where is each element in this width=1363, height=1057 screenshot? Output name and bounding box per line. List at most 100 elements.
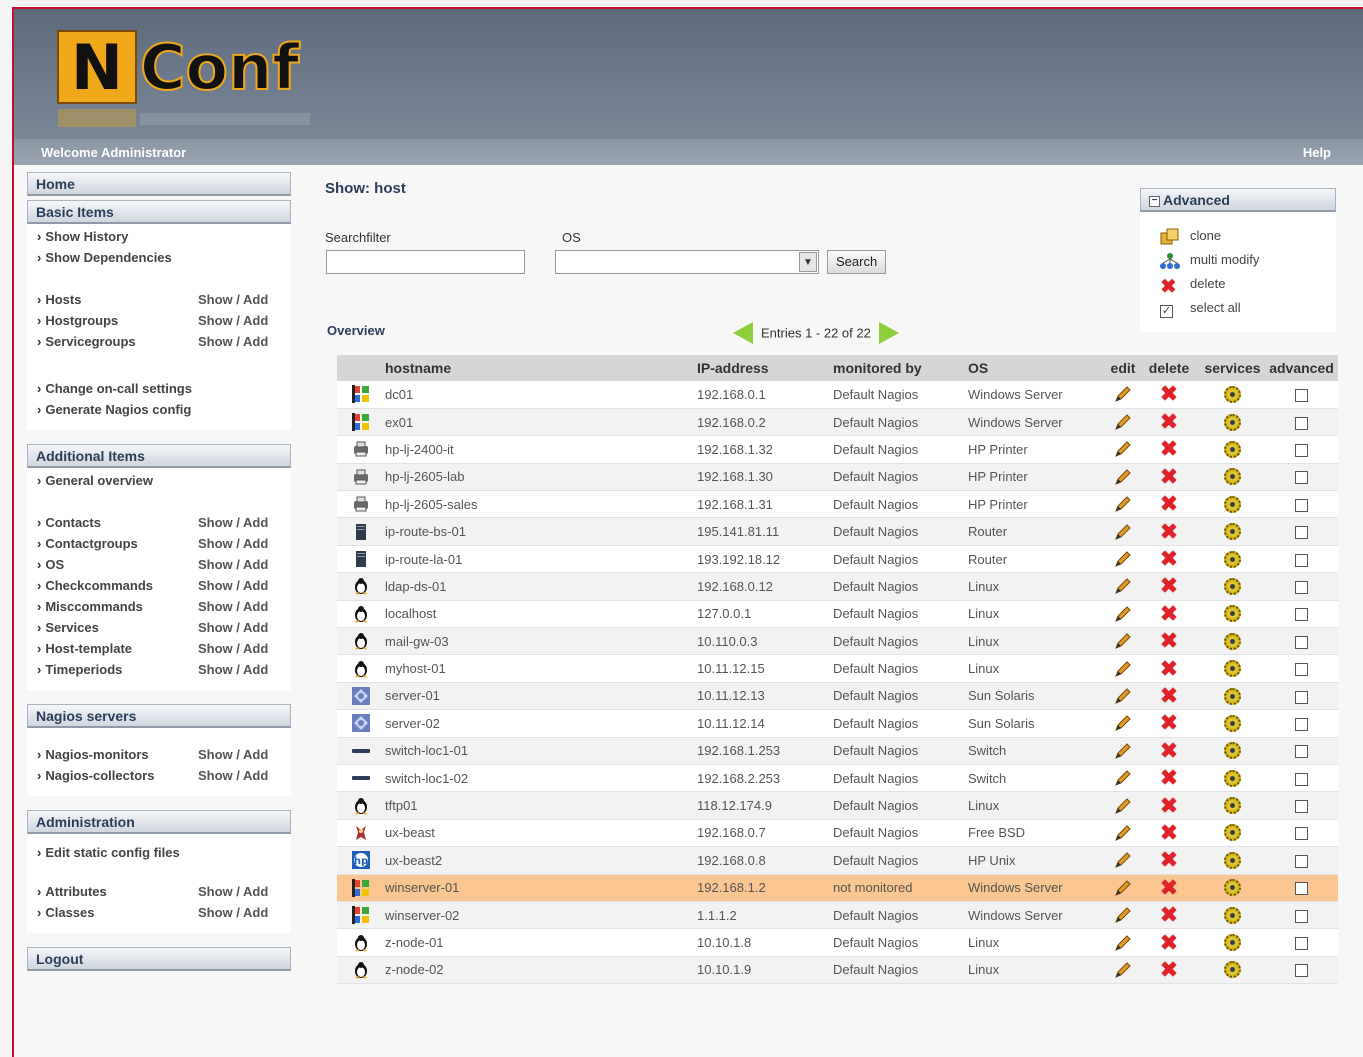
table-row[interactable]: ldap-ds-01 192.168.0.12 Default Nagios Linu…: [337, 572, 1338, 601]
pencil-icon[interactable]: [1113, 522, 1133, 542]
pencil-icon[interactable]: [1113, 494, 1133, 514]
row-select-checkbox[interactable]: [1295, 772, 1308, 786]
column-monitored-by[interactable]: monitored by: [833, 355, 968, 381]
delete-icon[interactable]: ✖: [1160, 712, 1178, 734]
show-add-link[interactable]: Show / Add: [198, 512, 268, 533]
show-add-link[interactable]: Show / Add: [198, 659, 268, 680]
show-add-link[interactable]: Show / Add: [198, 596, 268, 617]
show-add-link[interactable]: Show / Add: [198, 554, 268, 575]
hostname-cell[interactable]: switch-loc1-01: [385, 737, 697, 765]
prev-page-icon[interactable]: [733, 322, 753, 344]
row-select-checkbox[interactable]: [1295, 580, 1308, 594]
hostname-cell[interactable]: switch-loc1-02: [385, 764, 697, 793]
row-select-checkbox[interactable]: [1295, 498, 1308, 512]
table-row[interactable]: myhost-01 10.11.12.15 Default Nagios Linux ✖: [337, 654, 1338, 683]
services-gear-icon[interactable]: [1224, 577, 1241, 595]
row-select-checkbox[interactable]: [1295, 526, 1308, 540]
delete-icon[interactable]: ✖: [1160, 630, 1178, 652]
services-gear-icon[interactable]: [1224, 550, 1241, 568]
table-row[interactable]: z-node-01 10.10.1.8 Default Nagios Linux ✖: [337, 928, 1338, 957]
show-add-link[interactable]: Show / Add: [198, 289, 268, 310]
column-ip-address[interactable]: IP-address: [697, 355, 833, 381]
sidebar-item-os[interactable]: › OS Show / Add: [27, 554, 291, 575]
row-select-checkbox[interactable]: [1295, 745, 1308, 759]
delete-icon[interactable]: ✖: [1160, 684, 1178, 706]
table-row[interactable]: dc01 192.168.0.1 Default Nagios Windows Ser…: [337, 381, 1338, 409]
hostname-cell[interactable]: myhost-01: [385, 654, 697, 683]
delete-icon[interactable]: ✖: [1160, 465, 1178, 487]
pencil-icon[interactable]: [1113, 823, 1133, 843]
delete-icon[interactable]: ✖: [1160, 739, 1178, 761]
generate-config-link[interactable]: › Generate Nagios config: [27, 399, 291, 420]
table-row[interactable]: winserver-02 1.1.1.2 Default Nagios Windows…: [337, 901, 1338, 930]
hostname-cell[interactable]: tftp01: [385, 791, 697, 820]
hostname-cell[interactable]: ldap-ds-01: [385, 572, 697, 601]
delete-icon[interactable]: ✖: [1160, 958, 1178, 980]
pencil-icon[interactable]: [1113, 933, 1133, 953]
table-row[interactable]: switch-loc1-02 192.168.2.253 Default Nagio…: [337, 764, 1338, 793]
services-gear-icon[interactable]: [1224, 605, 1241, 623]
table-row[interactable]: mail-gw-03 10.110.0.3 Default Nagios Linux ✖: [337, 627, 1338, 656]
show-add-link[interactable]: Show / Add: [198, 533, 268, 554]
change-oncall-link[interactable]: › Change on-call settings: [27, 378, 291, 399]
select-all-action[interactable]: ✓ select all: [1160, 297, 1241, 319]
chevron-down-icon[interactable]: ▼: [799, 252, 817, 272]
searchfilter-input[interactable]: [326, 250, 525, 274]
delete-icon[interactable]: ✖: [1160, 657, 1178, 679]
table-row[interactable]: localhost 127.0.0.1 Default Nagios Linux ✖: [337, 600, 1338, 629]
row-select-checkbox[interactable]: [1295, 937, 1308, 951]
sidebar-item-host-template[interactable]: › Host-template Show / Add: [27, 638, 291, 659]
sidebar-item-checkcommands[interactable]: › Checkcommands Show / Add: [27, 575, 291, 596]
sidebar-item-contactgroups[interactable]: › Contactgroups Show / Add: [27, 533, 291, 554]
pencil-icon[interactable]: [1113, 659, 1133, 679]
services-gear-icon[interactable]: [1224, 797, 1241, 815]
table-row[interactable]: server-01 10.11.12.13 Default Nagios Sun So…: [337, 682, 1338, 711]
table-row[interactable]: z-node-02 10.10.1.9 Default Nagios Linux ✖: [337, 956, 1338, 985]
next-page-icon[interactable]: [878, 322, 899, 344]
hostname-cell[interactable]: winserver-02: [385, 901, 697, 930]
table-row[interactable]: winserver-01 192.168.1.2 not monitored Wind…: [337, 874, 1338, 902]
row-select-checkbox[interactable]: [1295, 444, 1308, 457]
home-link[interactable]: Home: [27, 172, 291, 196]
collapse-icon[interactable]: −: [1149, 195, 1160, 207]
general-overview-link[interactable]: › General overview: [27, 470, 291, 491]
hostname-cell[interactable]: dc01: [385, 381, 697, 409]
services-gear-icon[interactable]: [1224, 824, 1241, 842]
table-row[interactable]: hp ux-beast2 192.168.0.8 Default Nagios HP U…: [337, 846, 1338, 875]
services-gear-icon[interactable]: [1224, 742, 1241, 760]
delete-icon[interactable]: ✖: [1160, 548, 1178, 570]
delete-action[interactable]: ✖ delete: [1160, 273, 1225, 297]
pencil-icon[interactable]: [1113, 796, 1133, 816]
row-select-checkbox[interactable]: [1295, 635, 1308, 649]
column-os[interactable]: OS: [968, 355, 1108, 381]
services-gear-icon[interactable]: [1224, 523, 1241, 541]
show-add-link[interactable]: Show / Add: [198, 331, 268, 352]
delete-icon[interactable]: ✖: [1160, 411, 1178, 433]
row-select-checkbox[interactable]: [1295, 553, 1308, 567]
hostname-cell[interactable]: ip-route-bs-01: [385, 517, 697, 546]
row-select-checkbox[interactable]: [1295, 471, 1308, 485]
pencil-icon[interactable]: [1113, 576, 1133, 596]
pencil-icon[interactable]: [1113, 439, 1133, 459]
services-gear-icon[interactable]: [1224, 879, 1241, 897]
delete-icon[interactable]: ✖: [1160, 520, 1178, 542]
show-add-link[interactable]: Show / Add: [198, 744, 268, 765]
services-gear-icon[interactable]: [1224, 906, 1241, 924]
row-select-checkbox[interactable]: [1295, 663, 1308, 677]
pencil-icon[interactable]: [1113, 878, 1133, 898]
hostname-cell[interactable]: ux-beast: [385, 819, 697, 848]
delete-icon[interactable]: ✖: [1160, 794, 1178, 816]
table-row[interactable]: tftp01 118.12.174.9 Default Nagios Linux ✖: [337, 791, 1338, 820]
hostname-cell[interactable]: winserver-01: [385, 874, 697, 902]
os-select[interactable]: ▼: [555, 250, 819, 274]
sidebar-item-attributes[interactable]: › Attributes Show / Add: [27, 881, 291, 902]
table-row[interactable]: ux-beast 192.168.0.7 Default Nagios Free BS…: [337, 819, 1338, 848]
row-select-checkbox[interactable]: [1295, 388, 1308, 402]
hostname-cell[interactable]: ex01: [385, 408, 697, 437]
show-add-link[interactable]: Show / Add: [198, 638, 268, 659]
hostname-cell[interactable]: ux-beast2: [385, 846, 697, 875]
help-link[interactable]: Help: [1303, 145, 1331, 160]
hostname-cell[interactable]: server-01: [385, 682, 697, 711]
show-add-link[interactable]: Show / Add: [198, 575, 268, 596]
sidebar-item-services[interactable]: › Services Show / Add: [27, 617, 291, 638]
